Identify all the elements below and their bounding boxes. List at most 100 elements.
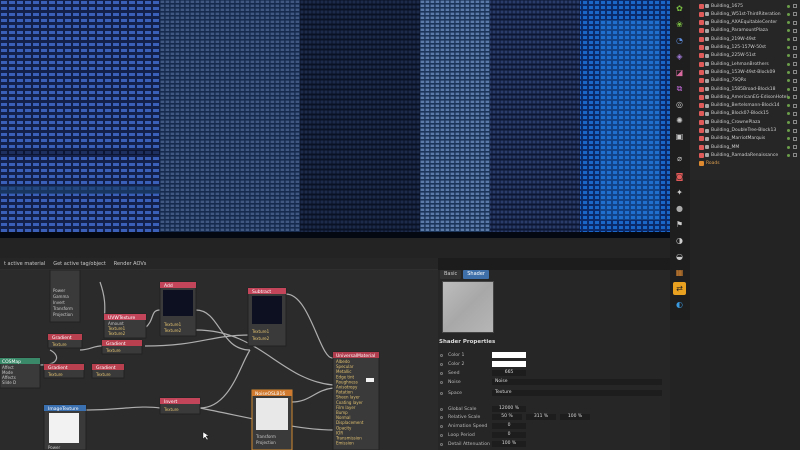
node-uvw-texture[interactable]: UVWTexture Amount Texture1 Texture2 xyxy=(103,313,147,339)
visibility-icon[interactable] xyxy=(787,12,790,16)
outliner-item[interactable]: Building_153W-49st-Block09 xyxy=(690,68,800,76)
swap-icon[interactable]: ⇄ xyxy=(673,282,686,295)
outliner-item[interactable]: Building_DoubleTree-Block13 xyxy=(690,127,800,135)
property-field[interactable]: 100 % xyxy=(560,414,590,420)
outliner-item[interactable]: Building_Bertelsmann-Block14 xyxy=(690,102,800,110)
outliner-item[interactable]: Roads xyxy=(690,160,800,168)
expand-icon[interactable] xyxy=(693,54,697,58)
property-field[interactable]: 665 xyxy=(492,370,526,376)
node-left-partial[interactable]: COSMap Affect Mode Affects Slide D xyxy=(0,357,41,389)
enable-checkbox[interactable] xyxy=(793,95,797,100)
enable-checkbox[interactable] xyxy=(793,111,797,116)
keyframe-dot[interactable] xyxy=(440,371,443,375)
outliner-item[interactable]: Building_MM xyxy=(690,143,800,151)
visibility-icon[interactable] xyxy=(787,29,790,33)
property-field[interactable]: 0 xyxy=(492,432,526,438)
keyframe-dot[interactable] xyxy=(440,415,443,419)
sky-icon[interactable]: ◑ xyxy=(673,234,686,247)
visibility-icon[interactable] xyxy=(787,104,790,108)
light-icon[interactable]: ✺ xyxy=(673,114,686,127)
visibility-icon[interactable] xyxy=(787,95,790,99)
effector-icon[interactable]: ◪ xyxy=(673,66,686,79)
environment-icon[interactable]: ◒ xyxy=(673,250,686,263)
outliner-item[interactable]: Building_MarriotMarquis xyxy=(690,135,800,143)
expand-icon[interactable] xyxy=(693,95,697,99)
node-universal-material[interactable]: UniversalMaterial AlbedoSpecularMetallic… xyxy=(332,351,380,450)
enable-checkbox[interactable] xyxy=(793,28,797,33)
keyframe-dot[interactable] xyxy=(440,424,443,428)
enable-checkbox[interactable] xyxy=(793,12,797,17)
visibility-icon[interactable] xyxy=(787,70,790,74)
keyframe-dot[interactable] xyxy=(440,442,443,446)
keyframe-dot[interactable] xyxy=(440,362,443,366)
visibility-icon[interactable] xyxy=(787,112,790,116)
outliner-item[interactable]: Building_ParamountPlaza xyxy=(690,27,800,35)
field-icon[interactable]: ⧉ xyxy=(673,82,686,95)
visibility-icon[interactable] xyxy=(787,145,790,149)
property-field[interactable]: 311 % xyxy=(526,414,556,420)
enable-checkbox[interactable] xyxy=(793,45,797,50)
get-active-tag-button[interactable]: Get active tag/object xyxy=(49,261,110,267)
visibility-icon[interactable] xyxy=(787,153,790,157)
keyframe-dot[interactable] xyxy=(440,353,443,357)
color-swatch[interactable] xyxy=(492,361,526,367)
visibility-icon[interactable] xyxy=(787,120,790,124)
expand-icon[interactable] xyxy=(693,79,697,83)
keyframe-dot[interactable] xyxy=(440,380,443,384)
material-port[interactable]: Emission xyxy=(336,441,354,446)
expand-icon[interactable] xyxy=(693,46,697,50)
enable-checkbox[interactable] xyxy=(793,128,797,133)
expand-icon[interactable] xyxy=(693,37,697,41)
enable-checkbox[interactable] xyxy=(793,103,797,108)
node-gradient-3[interactable]: Gradient Texture xyxy=(43,363,85,379)
outliner-item[interactable]: Building_1585Broad-Block18 xyxy=(690,85,800,93)
keyframe-dot[interactable] xyxy=(440,391,443,395)
outliner-item[interactable]: Building_Block07-Block15 xyxy=(690,110,800,118)
outliner-item[interactable]: Building_W51st-ThirdRiteration xyxy=(690,10,800,18)
render-icon[interactable]: ◙ xyxy=(673,170,686,183)
sphere-icon[interactable]: ● xyxy=(673,202,686,215)
node-add[interactable]: Add Texture1 Texture2 xyxy=(159,281,197,337)
outliner-item[interactable]: Building_LehmanBrothers xyxy=(690,60,800,68)
outliner-item[interactable]: Building_CrownePlaza xyxy=(690,118,800,126)
visibility-icon[interactable] xyxy=(787,129,790,132)
tab-basic[interactable]: Basic xyxy=(440,270,462,279)
node-invert[interactable]: Invert Texture xyxy=(159,397,201,415)
visibility-icon[interactable] xyxy=(787,87,790,91)
scatter-icon[interactable]: ❀ xyxy=(673,18,686,31)
enable-checkbox[interactable] xyxy=(793,120,797,125)
half-circle-icon[interactable]: ◐ xyxy=(673,298,686,311)
outliner-item[interactable]: Building_225W-51st xyxy=(690,52,800,60)
property-dropdown[interactable]: Texture xyxy=(492,390,662,396)
enable-checkbox[interactable] xyxy=(793,87,797,91)
expand-icon[interactable] xyxy=(693,145,697,149)
enable-checkbox[interactable] xyxy=(793,62,797,67)
node-graph-canvas[interactable]: Power Gamma Invert Transform Projection … xyxy=(0,270,438,450)
brush-icon[interactable]: ⌀ xyxy=(673,152,686,165)
visibility-icon[interactable] xyxy=(787,137,790,141)
color-swatch[interactable] xyxy=(492,352,526,358)
tag-icon[interactable]: ▣ xyxy=(673,130,686,143)
keyframe-dot[interactable] xyxy=(440,407,443,411)
render-aovs-button[interactable]: Render AOVs xyxy=(110,261,151,267)
expand-icon[interactable] xyxy=(693,21,697,25)
tab-shader[interactable]: Shader xyxy=(463,270,489,279)
outliner-item[interactable]: Building_7SQRs xyxy=(690,77,800,85)
outliner-item[interactable]: Building_1675 xyxy=(690,2,800,10)
node-subtract[interactable]: Subtract Texture1 Texture2 xyxy=(247,287,287,347)
expand-icon[interactable] xyxy=(693,4,697,8)
expand-icon[interactable] xyxy=(693,87,697,91)
node-gradient-4[interactable]: Gradient Texture xyxy=(91,363,125,379)
outliner-item[interactable]: Building_AmericanEG-EdisonHotel xyxy=(690,93,800,101)
outliner-item[interactable]: Building_219W-49st xyxy=(690,35,800,43)
render-settings-icon[interactable]: ✦ xyxy=(673,186,686,199)
visibility-icon[interactable] xyxy=(787,21,790,25)
enable-checkbox[interactable] xyxy=(793,53,797,58)
enable-checkbox[interactable] xyxy=(793,20,797,25)
outliner-item[interactable]: Building_AXAEquitableCenter xyxy=(690,19,800,27)
property-field[interactable]: 0 xyxy=(492,423,526,429)
spline-icon[interactable]: ◔ xyxy=(673,34,686,47)
camera-icon[interactable]: ◎ xyxy=(673,98,686,111)
expand-icon[interactable] xyxy=(693,62,697,66)
expand-icon[interactable] xyxy=(693,120,697,124)
